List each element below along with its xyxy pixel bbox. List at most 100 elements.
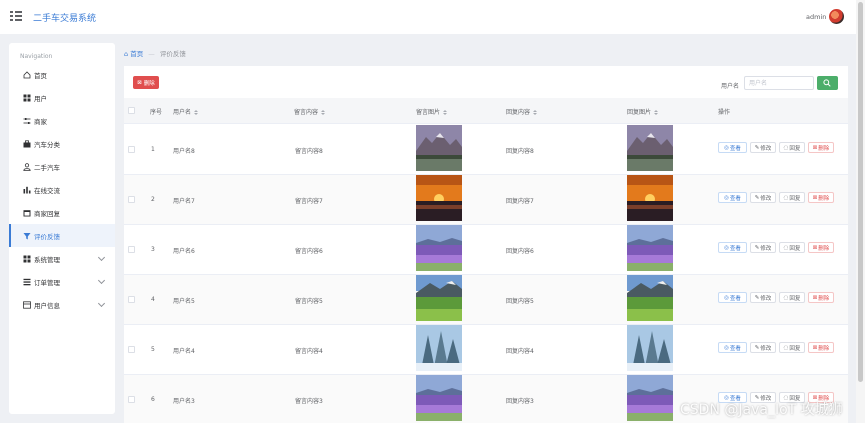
reply-image[interactable]	[627, 325, 673, 371]
delete-button[interactable]: ⊠ 删除	[808, 292, 834, 303]
column-username[interactable]: 用户名	[173, 107, 199, 116]
row-checkbox[interactable]	[128, 296, 135, 303]
breadcrumb-home[interactable]: 首页	[130, 50, 143, 58]
view-button[interactable]: ◎ 查看	[718, 142, 747, 153]
view-button-label: 查看	[729, 245, 741, 252]
reply-image[interactable]	[627, 175, 673, 221]
row-message: 留言内容6	[295, 248, 323, 255]
column-message-image[interactable]: 留言图片	[416, 107, 448, 116]
breadcrumb: ⌂ 首页 — 评价反馈	[124, 48, 186, 58]
row-username: 用户名8	[173, 148, 195, 155]
scrollbar-thumb[interactable]	[858, 2, 863, 382]
main-content: ⊠ 删除 用户名 序号 用户名 留言内容 留言图片 回复内容 回复图片 操作 1…	[124, 66, 848, 423]
message-image[interactable]	[416, 375, 462, 421]
row-checkbox[interactable]	[128, 396, 135, 403]
delete-button-label: 删除	[818, 145, 830, 152]
delete-button-label: 删除	[818, 345, 830, 352]
row-checkbox[interactable]	[128, 346, 135, 353]
reply-image[interactable]	[627, 375, 673, 421]
sidebar-item[interactable]: 评价反馈	[9, 224, 115, 247]
sidebar-item[interactable]: 在线交流	[9, 178, 115, 201]
trash-icon: ⊠	[812, 244, 818, 251]
reply-image[interactable]	[627, 125, 673, 171]
view-button[interactable]: ◎ 查看	[718, 192, 747, 203]
view-button[interactable]: ◎ 查看	[718, 292, 747, 303]
row-message: 留言内容8	[295, 148, 323, 155]
sidebar-item-label: 商家	[34, 117, 47, 126]
column-reply[interactable]: 回复内容	[506, 107, 538, 116]
search-button[interactable]	[817, 76, 838, 90]
sidebar-item[interactable]: 汽车分类	[9, 132, 115, 155]
edit-icon: ✎	[754, 294, 760, 301]
row-username: 用户名6	[173, 248, 195, 255]
sidebar-item-label: 商家回复	[34, 209, 60, 218]
reply-button[interactable]: ◌ 回复	[779, 342, 805, 353]
row-message: 留言内容3	[295, 398, 323, 405]
user-name[interactable]: admin	[806, 13, 826, 21]
reply-button-label: 回复	[789, 295, 801, 302]
delete-button[interactable]: ⊠ 删除	[808, 242, 834, 253]
reply-button[interactable]: ◌ 回复	[779, 192, 805, 203]
reply-button[interactable]: ◌ 回复	[779, 242, 805, 253]
edit-button[interactable]: ✎ 修改	[750, 142, 776, 153]
sidebar-item[interactable]: 用户	[9, 86, 115, 109]
sidebar-item[interactable]: 系统管理	[9, 247, 115, 270]
message-image[interactable]	[416, 275, 462, 321]
eye-icon: ◎	[724, 294, 729, 301]
column-reply-image[interactable]: 回复图片	[627, 107, 659, 116]
message-image[interactable]	[416, 175, 462, 221]
delete-button[interactable]: ⊠ 删除	[808, 142, 834, 153]
edit-button[interactable]: ✎ 修改	[750, 192, 776, 203]
edit-button[interactable]: ✎ 修改	[750, 242, 776, 253]
nav-heading: Navigation	[20, 53, 53, 60]
avatar[interactable]	[829, 9, 844, 24]
select-all-checkbox[interactable]	[128, 107, 135, 114]
edit-button-label: 修改	[760, 245, 772, 252]
reply-image[interactable]	[627, 225, 673, 271]
message-image[interactable]	[416, 325, 462, 371]
sidebar-item[interactable]: 商家	[9, 109, 115, 132]
sidebar-item-label: 系统管理	[34, 255, 60, 264]
reply-button[interactable]: ◌ 回复	[779, 292, 805, 303]
reply-button[interactable]: ◌ 回复	[779, 142, 805, 153]
edit-button[interactable]: ✎ 修改	[750, 342, 776, 353]
sidebar-item[interactable]: 首页	[9, 63, 115, 86]
eye-icon: ◎	[724, 194, 729, 201]
search-label: 用户名	[721, 83, 740, 90]
delete-button-label: 删除	[818, 295, 830, 302]
sort-icon[interactable]	[654, 109, 659, 116]
row-reply: 回复内容3	[506, 398, 534, 405]
column-actions-label: 操作	[718, 109, 731, 116]
sort-icon[interactable]	[443, 109, 448, 116]
sidebar-item-label: 首页	[34, 71, 47, 80]
view-button[interactable]: ◎ 查看	[718, 242, 747, 253]
column-message[interactable]: 留言内容	[294, 107, 326, 116]
row-checkbox[interactable]	[128, 196, 135, 203]
sidebar-item[interactable]: 商家回复	[9, 201, 115, 224]
trash-icon: ⊠	[812, 344, 818, 351]
delete-button[interactable]: ⊠ 删除	[808, 192, 834, 203]
message-image[interactable]	[416, 225, 462, 271]
sidebar-item[interactable]: 订单管理	[9, 270, 115, 293]
row-index: 3	[151, 246, 155, 253]
menu-toggle-icon[interactable]	[10, 11, 22, 21]
sidebar-item[interactable]: 二手汽车	[9, 155, 115, 178]
sort-icon[interactable]	[194, 109, 199, 116]
view-button-label: 查看	[729, 345, 741, 352]
sort-icon[interactable]	[533, 109, 538, 116]
sidebar-item-label: 二手汽车	[34, 163, 60, 172]
sidebar-item[interactable]: 用户信息	[9, 293, 115, 316]
message-image[interactable]	[416, 125, 462, 171]
reply-image[interactable]	[627, 275, 673, 321]
delete-button-label: 删除	[818, 245, 830, 252]
search-input[interactable]	[744, 76, 814, 90]
sliders-icon	[23, 117, 31, 125]
column-actions: 操作	[718, 107, 730, 116]
batch-delete-button[interactable]: ⊠ 删除	[133, 76, 159, 89]
row-checkbox[interactable]	[128, 146, 135, 153]
delete-button[interactable]: ⊠ 删除	[808, 342, 834, 353]
view-button[interactable]: ◎ 查看	[718, 342, 747, 353]
row-checkbox[interactable]	[128, 246, 135, 253]
edit-button[interactable]: ✎ 修改	[750, 292, 776, 303]
sort-icon[interactable]	[321, 109, 326, 116]
